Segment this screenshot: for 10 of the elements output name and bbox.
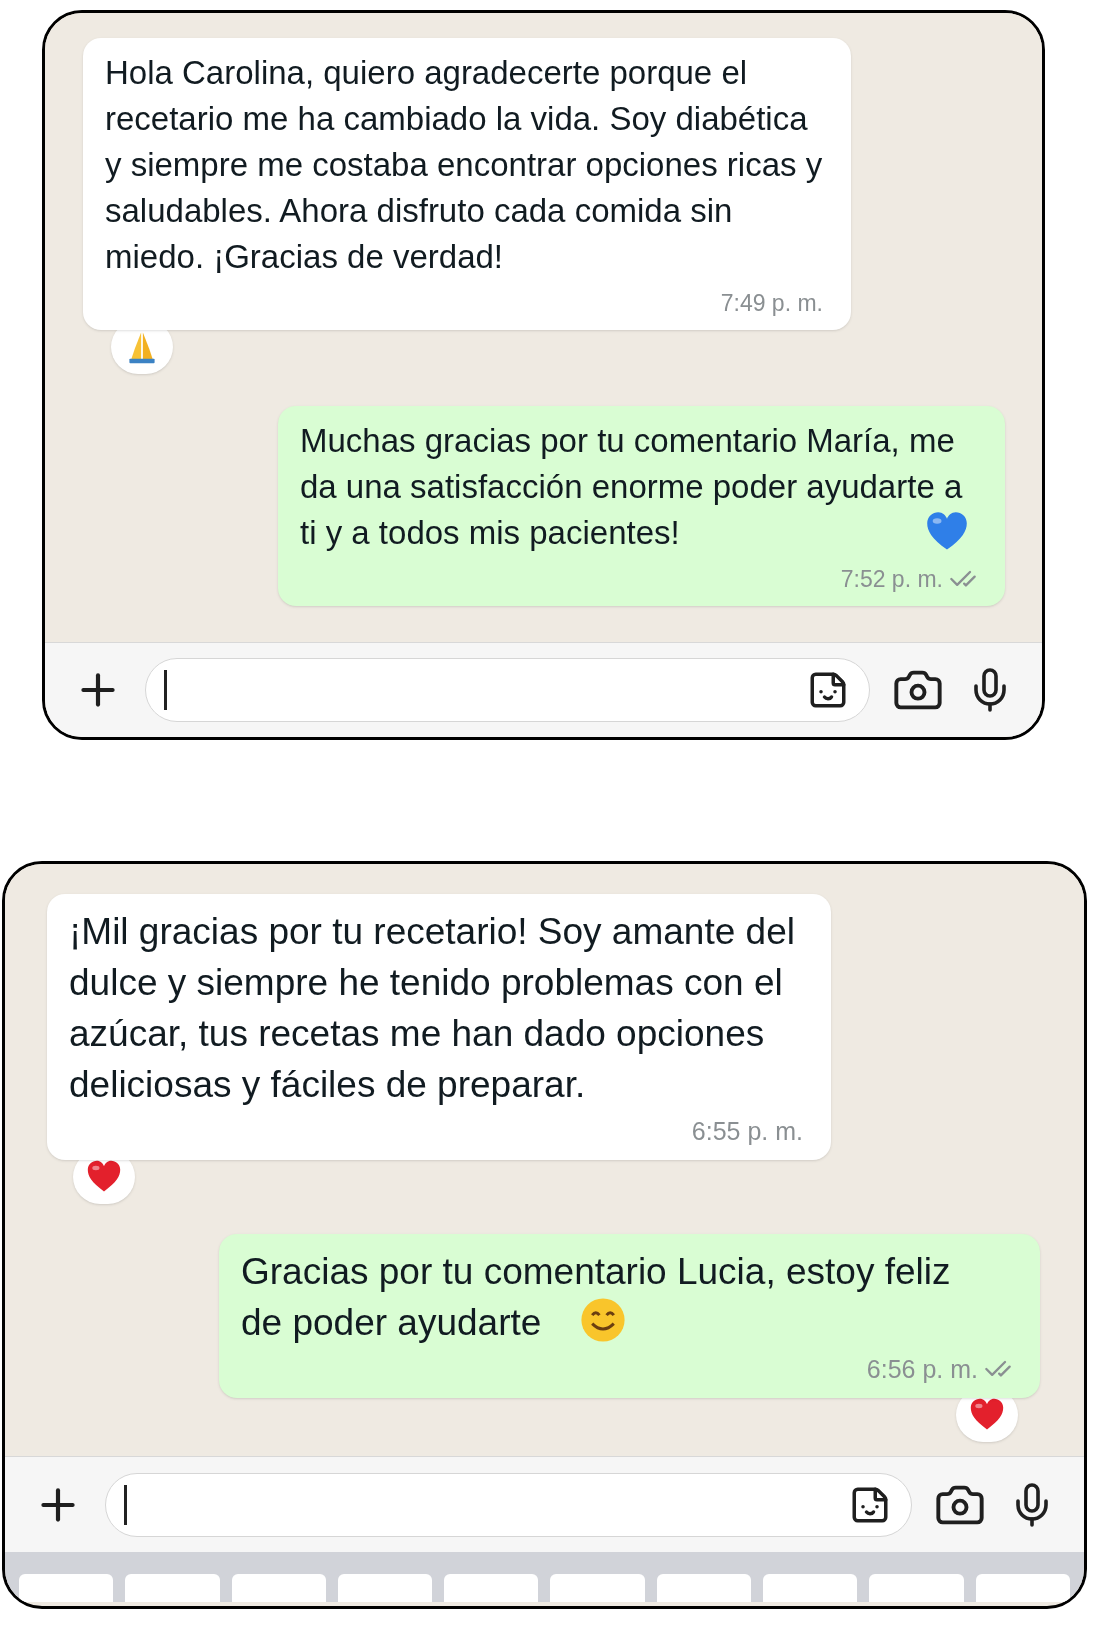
text-cursor bbox=[164, 669, 167, 710]
message-text: Gracias por tu comentario Lucia, estoy feliz de poder ayudarte bbox=[241, 1250, 952, 1345]
message-time: 7:52 p. m. bbox=[840, 564, 943, 594]
message-time: 6:55 p. m. bbox=[691, 1115, 803, 1147]
message-time: 7:49 p. m. bbox=[720, 288, 823, 318]
message-text: Muchas gracias por tu comentario María, me da una satisfacción enorme poder ayudarte a ti y a todos mis pacientes! bbox=[300, 421, 964, 553]
message-text: Hola Carolina, quiero agradecerte porque el recetario me ha cambiado la vida. Soy diabética y siempre me costaba encontrar opciones ricas y saludables. Ahora disfruto cada comida sin miedo. ¡Gracias de verdad! bbox=[105, 53, 824, 277]
text-cursor bbox=[124, 1484, 127, 1525]
message-text: ¡Mil gracias por tu recetario! Soy amante del dulce y siempre he tenido problemas con el azúcar, tus recetas me han dado opciones deliciosas y fáciles de preparar. bbox=[69, 910, 796, 1107]
message-time: 6:56 p. m. bbox=[866, 1353, 978, 1385]
